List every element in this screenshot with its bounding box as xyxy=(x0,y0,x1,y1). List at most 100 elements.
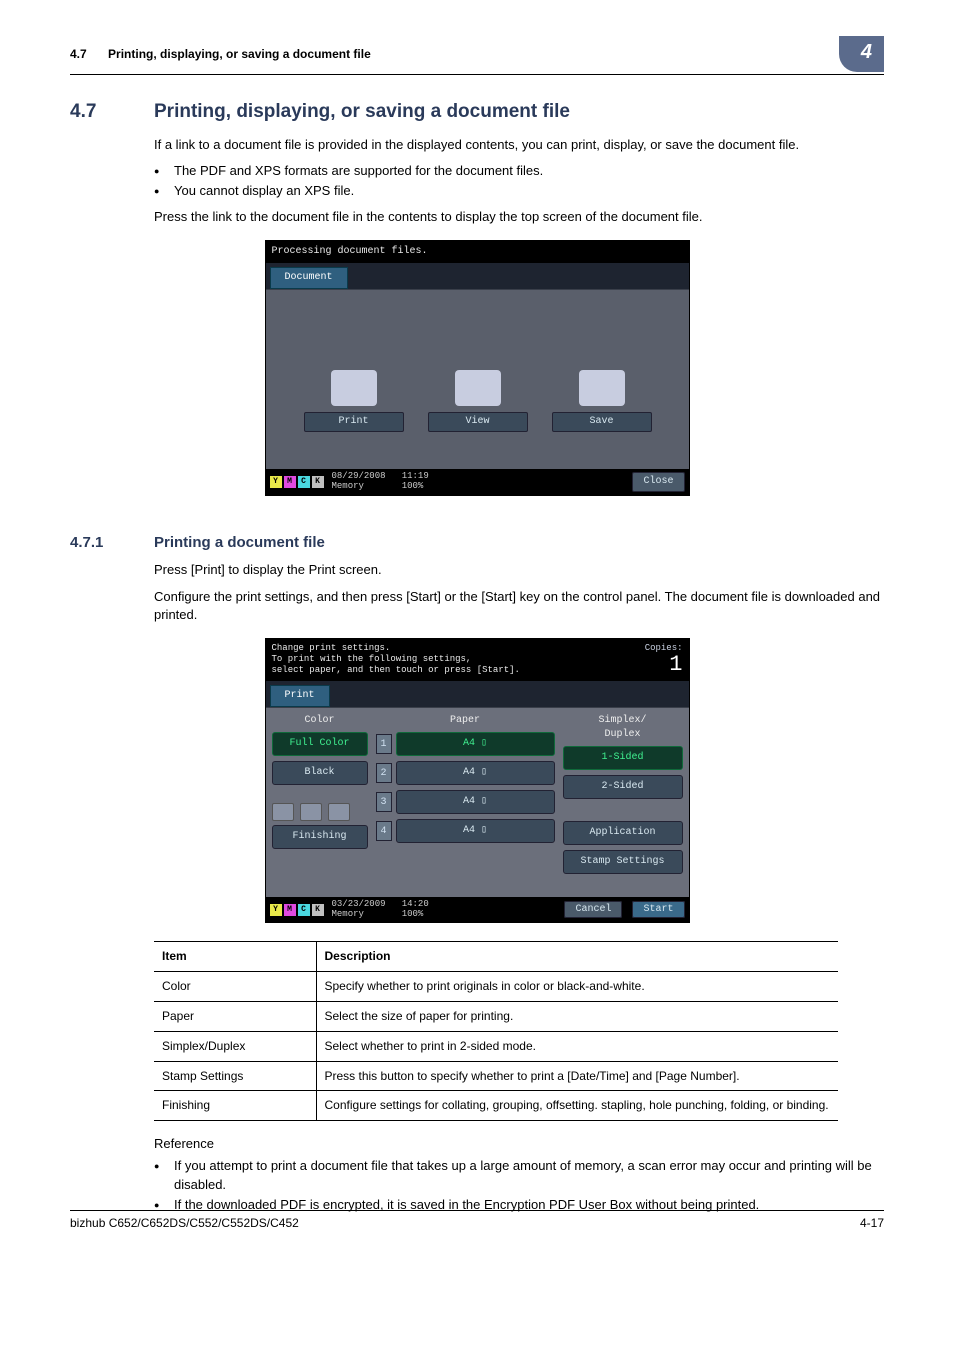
table-header-item: Item xyxy=(154,942,316,972)
document-top-screen: Processing document files. Document Prin… xyxy=(265,240,690,496)
print-button[interactable]: Print xyxy=(304,370,404,432)
running-header-left: 4.7 Printing, displaying, or saving a do… xyxy=(70,46,371,63)
list-item: You cannot display an XPS file. xyxy=(154,182,884,200)
tray-number: 1 xyxy=(376,734,392,754)
footer-mem-value: 100% xyxy=(402,909,424,919)
table-desc: Configure settings for collating, groupi… xyxy=(316,1091,838,1121)
color-column: Color Full Color Black Finishing xyxy=(272,714,368,879)
save-button[interactable]: Save xyxy=(552,370,652,432)
section-number: 4.7 xyxy=(70,99,154,126)
running-section-title: Printing, displaying, or saving a docume… xyxy=(108,47,371,61)
finishing-icons xyxy=(272,803,368,821)
copies-display: Copies: 1 xyxy=(645,643,683,676)
print-tab[interactable]: Print xyxy=(270,685,330,707)
duplex-column: Simplex/ Duplex 1-Sided 2-Sided Applicat… xyxy=(563,714,683,879)
print-status-text: Change print settings. To print with the… xyxy=(272,643,520,677)
toner-k-icon: K xyxy=(312,476,324,488)
footer-time: 11:19 xyxy=(402,471,429,481)
print-icon xyxy=(331,370,377,406)
tray-row[interactable]: 2A4 ▯ xyxy=(376,761,555,785)
toner-c-icon: C xyxy=(298,904,310,916)
paper-column: Paper 1A4 ▯ 2A4 ▯ 3A4 ▯ 4A4 ▯ xyxy=(376,714,555,879)
tray-number: 4 xyxy=(376,821,392,841)
finishing-icon xyxy=(272,803,294,821)
list-item: The PDF and XPS formats are supported fo… xyxy=(154,162,884,180)
tray-row[interactable]: 4A4 ▯ xyxy=(376,819,555,843)
full-color-button[interactable]: Full Color xyxy=(272,732,368,756)
running-header: 4.7 Printing, displaying, or saving a do… xyxy=(70,36,884,75)
close-button[interactable]: Close xyxy=(632,472,684,492)
tray-label: A4 ▯ xyxy=(396,790,555,814)
screen-footer: Y M C K 08/29/2008 11:19 Memory 100% Clo… xyxy=(266,469,689,495)
save-button-label: Save xyxy=(552,412,652,432)
screen-footer-info: 08/29/2008 11:19 Memory 100% xyxy=(324,472,633,492)
tray-label: A4 ▯ xyxy=(396,819,555,843)
finishing-button[interactable]: Finishing xyxy=(272,825,368,849)
subsection-p1: Press [Print] to display the Print scree… xyxy=(154,561,884,579)
list-item: If you attempt to print a document file … xyxy=(154,1157,884,1193)
settings-description-table: Item Description ColorSpecify whether to… xyxy=(154,941,838,1121)
tray-label: A4 ▯ xyxy=(396,732,555,756)
screen-status: Processing document files. xyxy=(266,241,689,263)
tray-label: A4 ▯ xyxy=(396,761,555,785)
toner-k-icon: K xyxy=(312,904,324,916)
stamp-settings-button[interactable]: Stamp Settings xyxy=(563,850,683,874)
copies-value: 1 xyxy=(645,654,683,676)
subsection-heading: 4.7.1Printing a document file xyxy=(70,532,884,553)
table-row: Stamp SettingsPress this button to speci… xyxy=(154,1061,838,1091)
view-icon xyxy=(455,370,501,406)
toner-y-icon: Y xyxy=(270,904,282,916)
tray-number: 3 xyxy=(376,792,392,812)
color-column-label: Color xyxy=(272,714,368,728)
tray-row[interactable]: 1A4 ▯ xyxy=(376,732,555,756)
print-footer-info: 03/23/2009 14:20 Memory 100% xyxy=(324,900,565,920)
print-screen-header: Change print settings. To print with the… xyxy=(266,639,689,681)
two-sided-button[interactable]: 2-Sided xyxy=(563,775,683,799)
subsection-number: 4.7.1 xyxy=(70,532,154,553)
reference-heading: Reference xyxy=(154,1135,884,1153)
footer-date: 03/23/2009 xyxy=(332,899,386,909)
table-desc: Specify whether to print originals in co… xyxy=(316,972,838,1002)
table-item: Color xyxy=(154,972,316,1002)
toner-m-icon: M xyxy=(284,904,296,916)
page-footer: bizhub C652/C652DS/C552/C552DS/C452 4-17 xyxy=(70,1210,884,1232)
table-item: Paper xyxy=(154,1002,316,1032)
print-screen-footer: Y M C K 03/23/2009 14:20 Memory 100% Can… xyxy=(266,897,689,923)
table-item: Finishing xyxy=(154,1091,316,1121)
chapter-badge: 4 xyxy=(839,36,884,72)
table-row: PaperSelect the size of paper for printi… xyxy=(154,1002,838,1032)
table-desc: Select the size of paper for printing. xyxy=(316,1002,838,1032)
running-section-number: 4.7 xyxy=(70,47,87,61)
application-button[interactable]: Application xyxy=(563,821,683,845)
tray-row[interactable]: 3A4 ▯ xyxy=(376,790,555,814)
finishing-icon xyxy=(300,803,322,821)
footer-model: bizhub C652/C652DS/C552/C552DS/C452 xyxy=(70,1215,299,1232)
subsection-p2: Configure the print settings, and then p… xyxy=(154,588,884,624)
footer-mem-label: Memory xyxy=(332,481,364,491)
toner-m-icon: M xyxy=(284,476,296,488)
screen-body: Print View Save xyxy=(266,289,689,469)
footer-date: 08/29/2008 xyxy=(332,471,386,481)
tray-number: 2 xyxy=(376,763,392,783)
start-button[interactable]: Start xyxy=(632,901,684,918)
print-screen-body: Color Full Color Black Finishing Paper 1… xyxy=(266,707,689,897)
document-tab[interactable]: Document xyxy=(270,267,348,289)
toner-y-icon: Y xyxy=(270,476,282,488)
subsection-title: Printing a document file xyxy=(154,534,325,551)
section-heading: 4.7Printing, displaying, or saving a doc… xyxy=(70,99,884,126)
cancel-button[interactable]: Cancel xyxy=(564,901,622,918)
section-after-bullets: Press the link to the document file in t… xyxy=(154,208,884,226)
view-button[interactable]: View xyxy=(428,370,528,432)
toner-c-icon: C xyxy=(298,476,310,488)
table-item: Simplex/Duplex xyxy=(154,1031,316,1061)
one-sided-button[interactable]: 1-Sided xyxy=(563,746,683,770)
paper-column-label: Paper xyxy=(376,714,555,728)
view-button-label: View xyxy=(428,412,528,432)
black-button[interactable]: Black xyxy=(272,761,368,785)
table-desc: Select whether to print in 2-sided mode. xyxy=(316,1031,838,1061)
toner-levels: Y M C K xyxy=(270,904,324,916)
toner-levels: Y M C K xyxy=(270,476,324,488)
section-intro: If a link to a document file is provided… xyxy=(154,136,884,154)
table-row: FinishingConfigure settings for collatin… xyxy=(154,1091,838,1121)
section-bullet-list: The PDF and XPS formats are supported fo… xyxy=(154,162,884,200)
